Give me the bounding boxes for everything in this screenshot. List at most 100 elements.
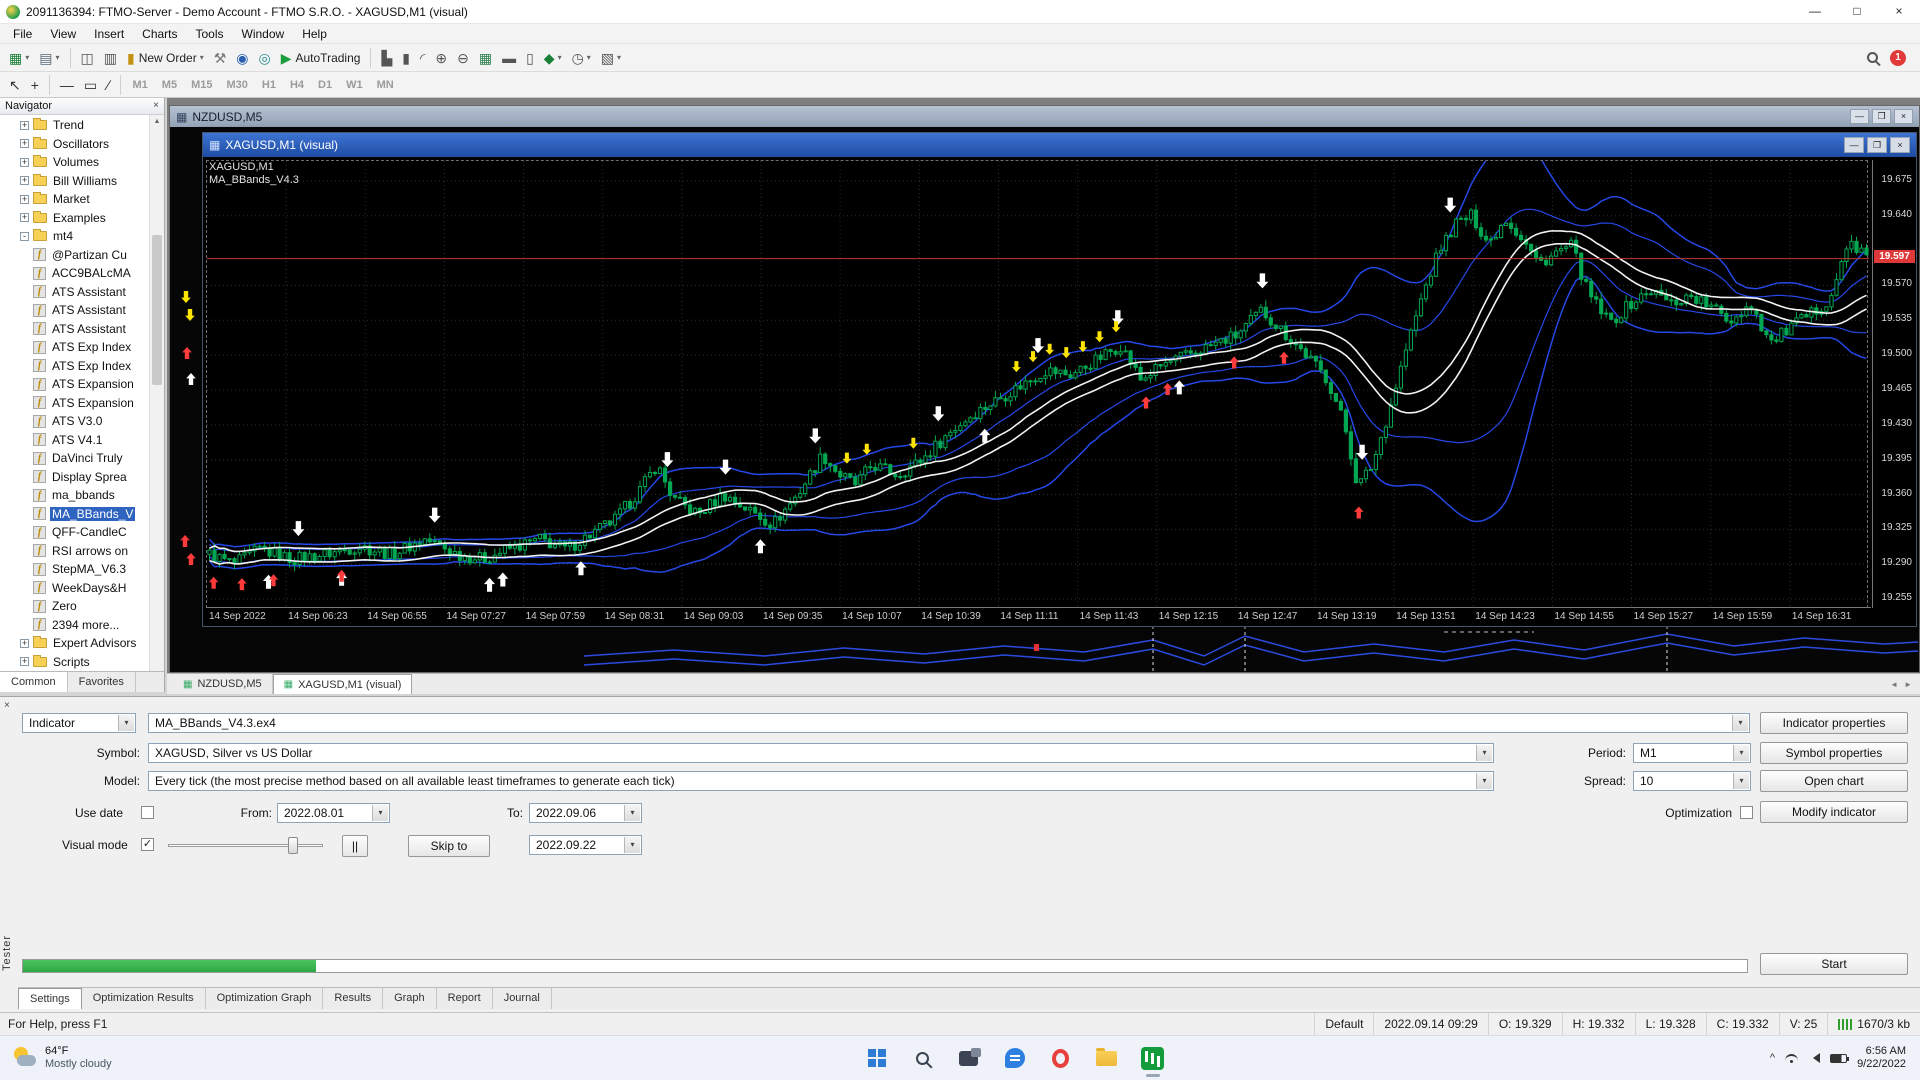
- navigator-tree-item[interactable]: f Zero: [0, 597, 149, 616]
- background-window-titlebar[interactable]: ▦ NZDUSD,M5 — ❐ ×: [170, 106, 1919, 127]
- status-profile[interactable]: Default: [1314, 1013, 1373, 1035]
- tray-chevron-icon[interactable]: ^: [1770, 1052, 1775, 1064]
- tester-indicator-select[interactable]: MA_BBands_V4.3.ex4 ▾: [148, 713, 1750, 733]
- navigator-tree-item[interactable]: f ATS Expansion: [0, 375, 149, 394]
- cursor-button[interactable]: ↖: [5, 73, 25, 97]
- navigator-tree-item[interactable]: + Expert Advisors: [0, 634, 149, 653]
- timeframe-button-m1[interactable]: M1: [126, 75, 155, 95]
- zoom-out-button[interactable]: ⊖: [453, 46, 473, 70]
- timeframe-button-m5[interactable]: M5: [155, 75, 184, 95]
- child-minimize-button[interactable]: —: [1850, 109, 1869, 124]
- dropdown-arrow-icon[interactable]: ▾: [624, 805, 640, 821]
- navigator-tree-item[interactable]: + Examples: [0, 209, 149, 228]
- navigator-tree-item[interactable]: + Market: [0, 190, 149, 209]
- timeframe-button-d1[interactable]: D1: [311, 75, 339, 95]
- child-close-button[interactable]: ×: [1894, 109, 1913, 124]
- tester-type-select[interactable]: Indicator ▾: [22, 713, 136, 733]
- navigator-tab[interactable]: Favorites: [68, 672, 136, 692]
- dropdown-arrow-icon[interactable]: ▾: [1733, 745, 1749, 761]
- pause-button[interactable]: ||: [342, 835, 368, 857]
- tile-vertical-button[interactable]: ▯: [522, 46, 538, 70]
- timeframe-button-h1[interactable]: H1: [255, 75, 283, 95]
- active-window-titlebar[interactable]: ▦ XAGUSD,M1 (visual) — ❐ ×: [203, 133, 1916, 157]
- navigator-tree-item[interactable]: - mt4: [0, 227, 149, 246]
- taskbar-search-button[interactable]: [903, 1038, 943, 1078]
- periods-button[interactable]: ◷ ▾: [568, 46, 595, 70]
- period-select[interactable]: M1 ▾: [1633, 743, 1751, 763]
- expand-icon[interactable]: +: [20, 139, 29, 149]
- expand-icon[interactable]: +: [20, 638, 29, 648]
- templates-button[interactable]: ▧ ▾: [597, 46, 625, 70]
- expert-advisors-button[interactable]: ◉: [232, 46, 252, 70]
- start-button[interactable]: [857, 1038, 897, 1078]
- child-restore-button[interactable]: ❐: [1867, 137, 1887, 153]
- tester-close-icon[interactable]: ×: [4, 700, 10, 711]
- speed-slider[interactable]: [168, 836, 323, 854]
- maximize-button[interactable]: □: [1836, 0, 1878, 24]
- timeframe-button-w1[interactable]: W1: [339, 75, 370, 95]
- navigator-tree-item[interactable]: f Display Sprea: [0, 468, 149, 487]
- expand-icon[interactable]: +: [20, 657, 29, 667]
- navigator-tree-item[interactable]: f QFF-CandleC: [0, 523, 149, 542]
- trendline-button[interactable]: ∕: [103, 73, 113, 97]
- navigator-tree-item[interactable]: f ATS V3.0: [0, 412, 149, 431]
- dropdown-arrow-icon[interactable]: ▾: [1733, 773, 1749, 789]
- battery-icon[interactable]: [1830, 1053, 1850, 1063]
- tester-tab[interactable]: Report: [437, 988, 493, 1009]
- profiles-button[interactable]: ▤ ▾: [35, 46, 63, 70]
- menu-item[interactable]: Tools: [187, 24, 233, 44]
- navigator-tree-item[interactable]: + Scripts: [0, 653, 149, 672]
- xag-plot[interactable]: [206, 160, 1869, 609]
- new-order-button[interactable]: ▮ New Order ▾: [123, 46, 208, 70]
- tester-tab[interactable]: Results: [323, 988, 384, 1009]
- shapes-button[interactable]: ▭: [80, 73, 101, 97]
- navigator-tree-item[interactable]: + Oscillators: [0, 135, 149, 154]
- opera-button[interactable]: [1041, 1038, 1081, 1078]
- navigator-tree-item[interactable]: f ATS V4.1: [0, 431, 149, 450]
- navigator-tree-item[interactable]: f ATS Expansion: [0, 394, 149, 413]
- crosshair-button[interactable]: +: [27, 73, 43, 97]
- expand-icon[interactable]: +: [20, 176, 29, 186]
- dropdown-arrow-icon[interactable]: ▾: [118, 715, 134, 731]
- active-chart-window[interactable]: ▦ XAGUSD,M1 (visual) — ❐ × XAGUSD,M1 MA_…: [202, 132, 1917, 627]
- navigator-tree-item[interactable]: f ACC9BALcMA: [0, 264, 149, 283]
- timeframe-button-h4[interactable]: H4: [283, 75, 311, 95]
- navigator-tree-item[interactable]: f ATS Assistant: [0, 320, 149, 339]
- scroll-thumb[interactable]: [152, 235, 162, 385]
- spread-select[interactable]: 10 ▾: [1633, 771, 1751, 791]
- notifications-badge[interactable]: 1: [1890, 49, 1906, 66]
- dropdown-arrow-icon[interactable]: ▾: [624, 837, 640, 853]
- timeframe-button-m15[interactable]: M15: [184, 75, 219, 95]
- timeframe-button-mn[interactable]: MN: [370, 75, 401, 95]
- from-date-field[interactable]: 2022.08.01 ▾: [277, 803, 390, 823]
- tab-scroll-right-icon[interactable]: ►: [1904, 680, 1912, 689]
- metaeditor-button[interactable]: ⚒: [210, 46, 231, 70]
- navigator-tree-item[interactable]: + Volumes: [0, 153, 149, 172]
- minimize-button[interactable]: —: [1794, 0, 1836, 24]
- navigator-tree-item[interactable]: f ATS Exp Index: [0, 338, 149, 357]
- timeframe-button-m30[interactable]: M30: [219, 75, 254, 95]
- tile-horizontal-button[interactable]: ▬: [498, 46, 520, 70]
- navigator-tree-item[interactable]: f ATS Assistant: [0, 301, 149, 320]
- expand-icon[interactable]: +: [20, 157, 29, 167]
- navigator-tree-item[interactable]: f MA_BBands_V: [0, 505, 149, 524]
- close-button[interactable]: ×: [1878, 0, 1920, 24]
- child-minimize-button[interactable]: —: [1844, 137, 1864, 153]
- expand-icon[interactable]: +: [20, 120, 29, 130]
- taskbar-weather-widget[interactable]: 64°F Mostly cloudy: [0, 1045, 260, 1071]
- navigator-scrollbar[interactable]: ▲: [149, 115, 164, 671]
- tester-tab[interactable]: Optimization Graph: [206, 988, 324, 1009]
- dropdown-arrow-icon[interactable]: ▾: [372, 805, 388, 821]
- navigator-tab[interactable]: Common: [0, 672, 68, 692]
- tab-scroll-left-icon[interactable]: ◄: [1890, 680, 1898, 689]
- chart-bars-button[interactable]: ▙: [377, 46, 396, 70]
- start-button[interactable]: Start: [1760, 953, 1908, 975]
- horizontal-line-button[interactable]: —: [56, 73, 78, 97]
- open-chart-button[interactable]: Open chart: [1760, 770, 1908, 792]
- indicator-properties-button[interactable]: Indicator properties: [1760, 712, 1908, 734]
- dropdown-arrow-icon[interactable]: ▾: [1476, 745, 1492, 761]
- new-chart-button[interactable]: ▦ ▾: [5, 46, 33, 70]
- indicators-button[interactable]: ◆ ▾: [540, 46, 566, 70]
- wifi-icon[interactable]: [1785, 1054, 1799, 1063]
- tile-windows-button[interactable]: ▦: [475, 46, 496, 70]
